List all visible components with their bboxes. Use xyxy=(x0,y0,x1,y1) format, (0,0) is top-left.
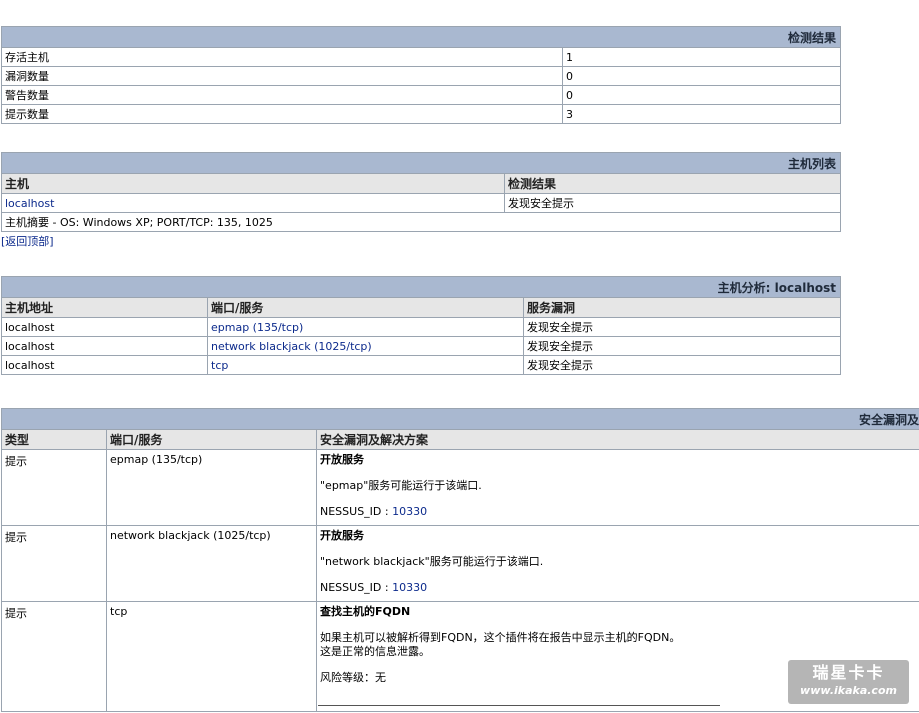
table-row: 提示 tcp 查找主机的FQDN 如果主机可以被解析得到FQDN，这个插件将在报… xyxy=(1,601,919,712)
host-address: localhost xyxy=(1,317,208,337)
vuln-name: 开放服务 xyxy=(320,453,364,466)
column-header-address: 主机地址 xyxy=(1,297,208,318)
service-vuln: 发现安全提示 xyxy=(523,355,841,375)
back-to-top-link[interactable]: [返回顶部] xyxy=(1,233,54,249)
table-row: 提示 network blackjack (1025/tcp) 开放服务 "ne… xyxy=(1,525,919,602)
summary-label: 存活主机 xyxy=(1,47,563,67)
summary-value: 0 xyxy=(561,66,842,86)
summary-label: 提示数量 xyxy=(1,104,563,124)
watermark-url: www.ikaka.com xyxy=(800,684,897,697)
vuln-description: 如果主机可以被解析得到FQDN，这个插件将在报告中显示主机的FQDN。 xyxy=(320,631,681,644)
vuln-details-table: 安全漏洞及 类型 端口/服务 安全漏洞及解决方案 提示 epmap (135/t… xyxy=(1,408,919,712)
table-row: localhost epmap (135/tcp) 发现安全提示 xyxy=(1,317,841,337)
table-row: 提示数量 3 xyxy=(1,104,842,124)
port-link[interactable]: epmap (135/tcp) xyxy=(211,321,303,334)
host-list-title: 主机列表 xyxy=(0,152,842,174)
host-analysis-table: 主机分析: localhost 主机地址 端口/服务 服务漏洞 localhos… xyxy=(1,276,841,375)
vuln-type: 提示 xyxy=(1,449,107,526)
summary-label: 警告数量 xyxy=(1,85,563,105)
vuln-name: 开放服务 xyxy=(320,529,364,542)
vuln-description-2: 这是正常的信息泄露。 xyxy=(320,645,430,658)
service-vuln: 发现安全提示 xyxy=(523,336,841,356)
host-summary-label: 主机摘要 xyxy=(5,216,49,229)
host-address: localhost xyxy=(1,336,208,356)
table-row: 提示 epmap (135/tcp) 开放服务 "epmap"服务可能运行于该端… xyxy=(1,449,919,526)
vuln-name: 查找主机的FQDN xyxy=(320,605,411,618)
host-address: localhost xyxy=(1,355,208,375)
summary-label: 漏洞数量 xyxy=(1,66,563,86)
service-vuln: 发现安全提示 xyxy=(523,317,841,337)
nessus-id-label: NESSUS_ID : xyxy=(320,505,393,518)
table-row: 警告数量 0 xyxy=(1,85,842,105)
table-row: localhost 发现安全提示 xyxy=(1,193,842,213)
column-header-port: 端口/服务 xyxy=(106,429,317,450)
table-row: 漏洞数量 0 xyxy=(1,66,842,86)
column-header-solution: 安全漏洞及解决方案 xyxy=(316,429,919,450)
column-header-port: 端口/服务 xyxy=(207,297,524,318)
vuln-solution: 开放服务 "epmap"服务可能运行于该端口. NESSUS_ID : 1033… xyxy=(316,449,919,526)
vuln-type: 提示 xyxy=(1,601,107,712)
nessus-id-label: NESSUS_ID : xyxy=(320,581,393,594)
summary-title: 检测结果 xyxy=(0,26,842,48)
vuln-solution: 开放服务 "network blackjack"服务可能运行于该端口. NESS… xyxy=(316,525,919,602)
table-row: 存活主机 1 xyxy=(1,47,842,67)
column-header-result: 检测结果 xyxy=(503,173,842,194)
port-link[interactable]: network blackjack (1025/tcp) xyxy=(211,340,372,353)
nessus-id-link[interactable]: 10330 xyxy=(392,505,427,518)
table-row: localhost tcp 发现安全提示 xyxy=(1,355,841,375)
host-summary-row: 主机摘要 - OS: Windows XP; PORT/TCP: 135, 10… xyxy=(0,212,842,232)
summary-value: 0 xyxy=(561,85,842,105)
host-analysis-title: 主机分析: localhost xyxy=(1,276,841,298)
vuln-type: 提示 xyxy=(1,525,107,602)
summary-value: 1 xyxy=(561,47,842,67)
column-header-vuln: 服务漏洞 xyxy=(523,297,841,318)
vuln-port: epmap (135/tcp) xyxy=(106,449,317,526)
watermark-logo: 瑞星卡卡 www.ikaka.com xyxy=(788,660,909,704)
vuln-description: "network blackjack"服务可能运行于该端口. xyxy=(320,555,544,568)
table-row: localhost network blackjack (1025/tcp) 发… xyxy=(1,336,841,356)
nessus-id-link[interactable]: 10330 xyxy=(392,581,427,594)
summary-value: 3 xyxy=(561,104,842,124)
column-header-host: 主机 xyxy=(1,173,505,194)
host-list-table: 主机列表 主机 检测结果 localhost 发现安全提示 主机摘要 - OS:… xyxy=(0,152,842,232)
host-summary-text: - OS: Windows XP; PORT/TCP: 135, 1025 xyxy=(49,216,273,229)
watermark-title: 瑞星卡卡 xyxy=(812,663,885,682)
divider xyxy=(318,705,720,706)
vuln-details-title: 安全漏洞及 xyxy=(1,408,919,430)
vuln-port: network blackjack (1025/tcp) xyxy=(106,525,317,602)
summary-table: 检测结果 存活主机 1 漏洞数量 0 警告数量 0 提示数量 3 xyxy=(0,26,842,124)
vuln-port: tcp xyxy=(106,601,317,712)
vuln-description: "epmap"服务可能运行于该端口. xyxy=(320,479,482,492)
host-link[interactable]: localhost xyxy=(5,197,54,210)
host-result: 发现安全提示 xyxy=(503,193,842,213)
port-link[interactable]: tcp xyxy=(211,359,228,372)
column-header-type: 类型 xyxy=(1,429,107,450)
